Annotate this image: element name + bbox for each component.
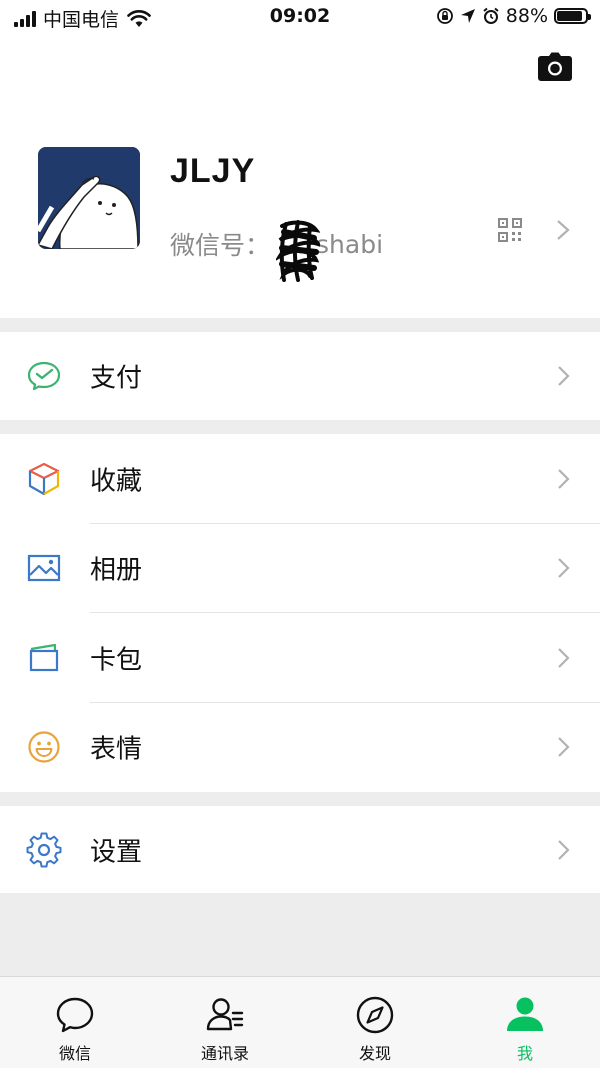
menu-item-album[interactable]: 相册: [0, 524, 600, 613]
wechat-id-value: shabi: [316, 229, 384, 259]
avatar-image: [38, 147, 140, 249]
menu-item-cards[interactable]: 卡包: [0, 613, 600, 703]
status-right: 88%: [436, 5, 591, 27]
chevron-right-icon: [558, 558, 570, 579]
wechat-id-label: 微信号：: [170, 231, 271, 260]
menu-label-cards: 卡包: [90, 645, 143, 676]
chevron-right-icon: [558, 366, 570, 386]
menu-label-stickers: 表情: [90, 734, 143, 765]
avatar[interactable]: [38, 147, 140, 249]
battery-icon: [554, 8, 591, 24]
pay-icon: [27, 361, 61, 391]
battery-percent: 88%: [505, 5, 548, 27]
menu-label-settings: 设置: [90, 837, 143, 868]
menu-item-stickers[interactable]: 表情: [0, 703, 600, 793]
chevron-right-icon: [558, 737, 570, 758]
menu-label-favorites: 收藏: [90, 466, 143, 497]
tab-label-chats: 微信: [58, 1044, 91, 1063]
tab-label-discover: 发现: [358, 1044, 391, 1063]
menu-group-pay: 支付: [0, 332, 600, 420]
tab-discover[interactable]: 发现: [300, 977, 450, 1068]
profile-header[interactable]: JLJY 微信号： shabi: [0, 34, 600, 318]
album-icon: [27, 555, 61, 582]
profile-person-icon: [507, 997, 543, 1031]
profile-name: JLJY: [170, 152, 256, 190]
wechat-id: 微信号： shabi: [170, 212, 384, 282]
chevron-right-icon: [558, 840, 570, 860]
favorites-cube-icon: [28, 462, 60, 495]
gear-icon: [26, 832, 62, 868]
redaction-scribble: [276, 220, 321, 282]
menu-item-favorites[interactable]: 收藏: [0, 434, 600, 524]
menu-label-album: 相册: [90, 555, 143, 586]
menu-group-main: 收藏 相册 卡包 表情: [0, 434, 600, 792]
smiley-icon: [28, 731, 60, 763]
tab-contacts[interactable]: 通讯录: [150, 977, 300, 1068]
tab-me[interactable]: 我: [450, 977, 600, 1068]
location-icon: [460, 9, 475, 23]
menu-item-pay[interactable]: 支付: [0, 332, 600, 420]
chat-bubble-icon: [56, 997, 94, 1033]
chevron-right-icon: [558, 468, 570, 489]
camera-icon[interactable]: [538, 52, 572, 82]
compass-icon: [356, 996, 394, 1034]
tab-label-me: 我: [516, 1044, 533, 1063]
battery-fill: [557, 11, 582, 21]
menu-item-settings[interactable]: 设置: [0, 806, 600, 894]
status-bar: 中国电信 09:02 88%: [0, 0, 600, 34]
alarm-icon: [483, 7, 499, 24]
menu-group-settings: 设置: [0, 806, 600, 893]
orientation-lock-icon: [436, 8, 453, 24]
cards-wallet-icon: [29, 643, 59, 671]
tab-bar: 微信 通讯录 发现 我: [0, 976, 600, 1068]
menu-label-pay: 支付: [90, 363, 143, 394]
tab-chats[interactable]: 微信: [0, 977, 150, 1068]
chevron-right-icon: [557, 220, 570, 240]
tab-label-contacts: 通讯录: [200, 1044, 249, 1063]
chevron-right-icon: [558, 647, 570, 668]
contacts-icon: [206, 998, 244, 1031]
qr-code-icon[interactable]: [498, 218, 522, 242]
